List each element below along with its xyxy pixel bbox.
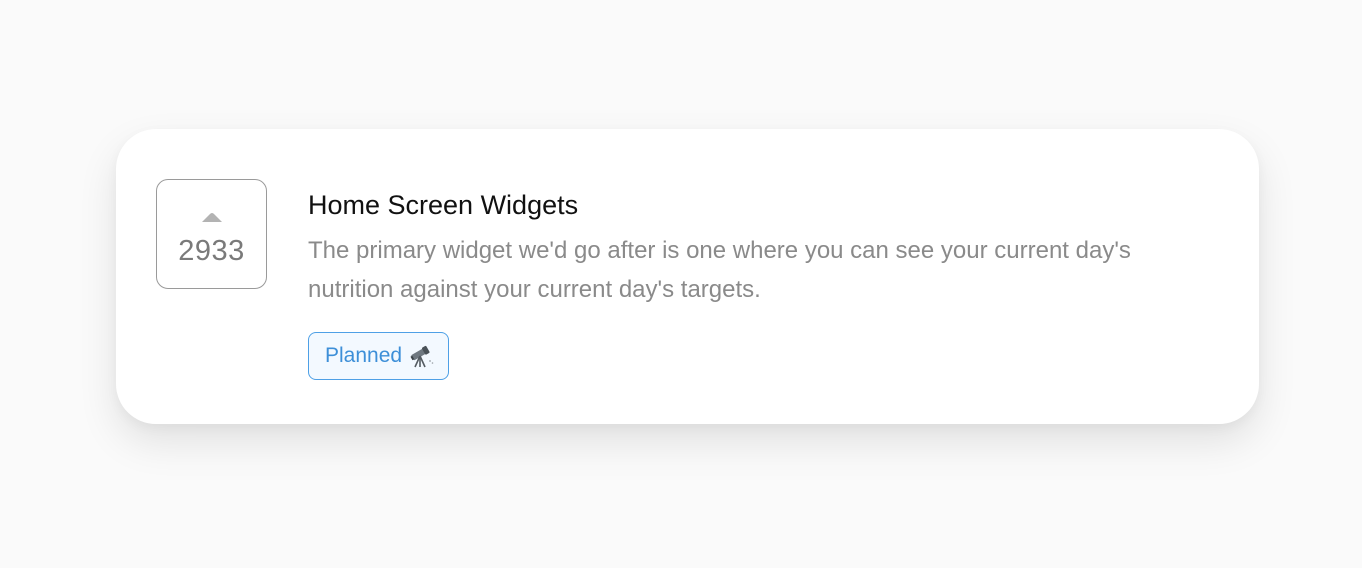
status-label: Planned	[325, 344, 403, 367]
upvote-arrow-icon	[202, 213, 222, 222]
upvote-button[interactable]: 2933	[156, 179, 267, 289]
vote-count: 2933	[178, 235, 245, 267]
telescope-icon	[410, 345, 434, 368]
feature-title: Home Screen Widgets	[308, 190, 579, 220]
status-badge: Planned	[308, 332, 450, 380]
feature-request-card: 2933 Home Screen Widgets The primary wid…	[116, 129, 1259, 424]
feature-description: The primary widget we'd go after is one …	[308, 237, 1131, 303]
feature-content: Home Screen Widgets The primary widget w…	[308, 187, 1208, 309]
